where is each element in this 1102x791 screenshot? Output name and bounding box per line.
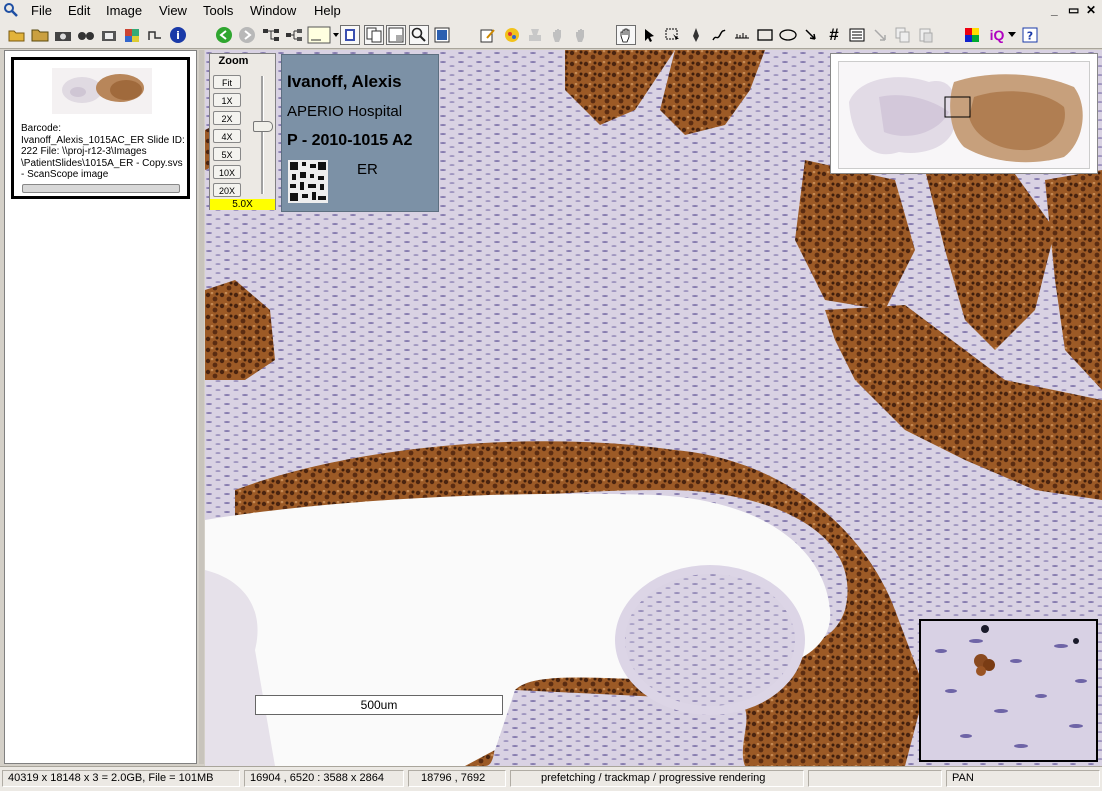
magnifier-inset[interactable]: [919, 619, 1098, 762]
minimize-button[interactable]: _: [1051, 3, 1058, 17]
case-number: P - 2010-1015 A2: [287, 132, 413, 149]
svg-text:i: i: [176, 29, 180, 42]
slide-thumbnail-card[interactable]: Barcode: Ivanoff_Alexis_1015AC_ER Slide …: [11, 57, 190, 199]
hand-icon[interactable]: [571, 25, 591, 45]
camera-settings-icon[interactable]: [99, 25, 119, 45]
patient-name: Ivanoff, Alexis: [287, 72, 402, 91]
list-icon[interactable]: [847, 25, 867, 45]
menu-view[interactable]: View: [159, 3, 187, 18]
single-view-icon[interactable]: [340, 25, 360, 45]
path-icon[interactable]: [145, 25, 165, 45]
app-magnifier-icon[interactable]: [3, 2, 19, 18]
tree-alt-icon[interactable]: [284, 25, 304, 45]
forward-arrow-icon[interactable]: [237, 25, 257, 45]
pan-hand-icon[interactable]: [616, 25, 636, 45]
slide-thumbnail-image: [52, 68, 152, 114]
camera-icon[interactable]: [53, 25, 73, 45]
scale-bar: 500um: [255, 695, 503, 715]
toolbar: i # iQ ?: [0, 22, 1102, 49]
slide-metadata-text: Barcode: Ivanoff_Alexis_1015AC_ER Slide …: [21, 123, 185, 180]
status-mode: PAN: [946, 770, 1100, 787]
slide-load-progress: [22, 184, 180, 193]
barcode-image: [288, 160, 328, 203]
zoom-title: Zoom: [218, 55, 249, 67]
tree-layout-icon[interactable]: [261, 25, 281, 45]
zoom-4x-button[interactable]: 4X: [213, 129, 241, 143]
freehand-icon[interactable]: [709, 25, 729, 45]
restore-button[interactable]: ▭: [1068, 3, 1079, 17]
menu-image[interactable]: Image: [106, 3, 142, 18]
zoom-20x-button[interactable]: 20X: [213, 183, 241, 197]
open-folder-icon[interactable]: [7, 25, 27, 45]
status-cursor-position: 18796 , 7692: [408, 770, 506, 787]
compare-view-icon[interactable]: [386, 25, 406, 45]
binoculars-icon[interactable]: [76, 25, 96, 45]
zoom-1x-button[interactable]: 1X: [213, 93, 241, 107]
ellipse-icon[interactable]: [778, 25, 798, 45]
zoom-fit-button[interactable]: Fit: [213, 75, 241, 89]
region-select-icon[interactable]: [663, 25, 683, 45]
paste-icon[interactable]: [916, 25, 936, 45]
pen-icon[interactable]: [686, 25, 706, 45]
select-arrow-icon[interactable]: [640, 25, 660, 45]
slide-label: Ivanoff, Alexis APERIO Hospital P - 2010…: [281, 54, 439, 212]
grid-hash-icon[interactable]: #: [824, 25, 844, 45]
back-arrow-icon[interactable]: [214, 25, 234, 45]
info-icon[interactable]: i: [168, 25, 188, 45]
folder-icon[interactable]: [30, 25, 50, 45]
ruler-icon[interactable]: [732, 25, 752, 45]
menu-file[interactable]: File: [31, 3, 52, 18]
help-icon[interactable]: ?: [1020, 25, 1040, 45]
snapshot-icon[interactable]: [432, 25, 452, 45]
close-button[interactable]: ✕: [1086, 3, 1096, 17]
arrow-icon[interactable]: [801, 25, 821, 45]
hospital-name: APERIO Hospital: [287, 103, 403, 120]
panel-splitter[interactable]: [199, 50, 204, 764]
stain-name: ER: [357, 161, 378, 178]
rectangle-icon[interactable]: [755, 25, 775, 45]
status-image-info: 40319 x 18148 x 3 = 2.0GB, File = 101MB: [2, 770, 240, 787]
status-message: prefetching / trackmap / progressive ren…: [510, 770, 804, 787]
analysis-icon[interactable]: [502, 25, 522, 45]
zoom-panel: Zoom Fit 1X 2X 4X 5X 10X 20X 5.0X: [209, 53, 276, 210]
menu-edit[interactable]: Edit: [68, 3, 90, 18]
zoom-5x-button[interactable]: 5X: [213, 147, 241, 161]
menu-tools[interactable]: Tools: [203, 3, 233, 18]
iq-dropdown-icon[interactable]: [1007, 25, 1017, 45]
zoom-2x-button[interactable]: 2X: [213, 111, 241, 125]
menu-bar: File Edit Image View Tools Window Help _…: [0, 0, 1102, 22]
zoom-slider-track[interactable]: [261, 76, 264, 194]
copy-icon[interactable]: [893, 25, 913, 45]
overview-thumbnail[interactable]: [830, 53, 1098, 174]
color-palette-icon[interactable]: [962, 25, 982, 45]
slide-list-panel: Barcode: Ivanoff_Alexis_1015AC_ER Slide …: [4, 50, 197, 764]
overview-image: [838, 61, 1090, 169]
frame-dropdown-icon[interactable]: [307, 25, 339, 45]
puzzle-icon[interactable]: [122, 25, 142, 45]
status-bar: 40319 x 18148 x 3 = 2.0GB, File = 101MB …: [0, 766, 1102, 791]
gray-hand-icon[interactable]: [548, 25, 568, 45]
status-view-region: 16904 , 6520 : 3588 x 2864: [244, 770, 404, 787]
magnifier-icon[interactable]: [409, 25, 429, 45]
menu-help[interactable]: Help: [314, 3, 341, 18]
zoom-level-readout: 5.0X: [210, 199, 275, 210]
svg-text:?: ?: [1027, 30, 1033, 43]
slide-viewer[interactable]: Zoom Fit 1X 2X 4X 5X 10X 20X 5.0X Ivanof…: [205, 50, 1102, 766]
arrow-down-icon[interactable]: [870, 25, 890, 45]
stamp-icon[interactable]: [525, 25, 545, 45]
status-empty-panel: [808, 770, 942, 787]
iq-icon[interactable]: iQ: [985, 25, 1009, 45]
menu-window[interactable]: Window: [250, 3, 296, 18]
zoom-10x-button[interactable]: 10X: [213, 165, 241, 179]
dual-view-icon[interactable]: [364, 25, 384, 45]
zoom-slider-thumb[interactable]: [253, 121, 273, 132]
edit-icon[interactable]: [478, 25, 498, 45]
